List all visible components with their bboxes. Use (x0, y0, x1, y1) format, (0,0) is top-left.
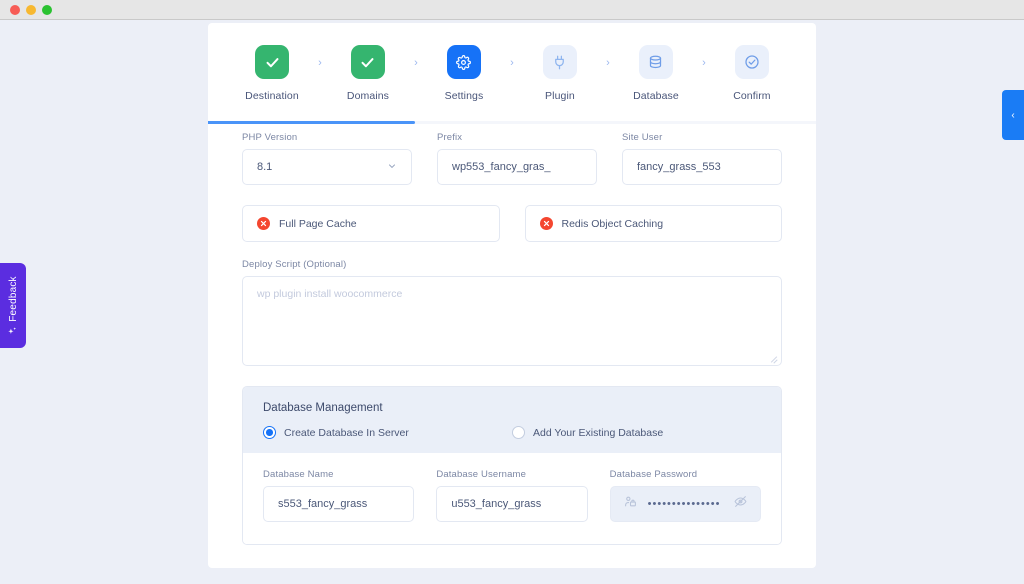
php-version-label: PHP Version (242, 132, 412, 143)
redis-object-caching-toggle[interactable]: Redis Object Caching (525, 205, 783, 242)
full-page-cache-label: Full Page Cache (279, 218, 357, 230)
key-icon (624, 495, 637, 513)
radio-create-database[interactable]: Create Database In Server (263, 426, 512, 439)
radio-existing-database-label: Add Your Existing Database (533, 427, 663, 439)
browser-title-bar (0, 0, 1024, 20)
prefix-input[interactable]: wp553_fancy_gras_ (437, 149, 597, 185)
x-circle-icon (257, 217, 270, 230)
radio-create-database-label: Create Database In Server (284, 427, 409, 439)
window-minimize-button[interactable] (26, 5, 36, 15)
redis-object-caching-label: Redis Object Caching (562, 218, 664, 230)
step-settings-label: Settings (445, 90, 484, 102)
deploy-script-textarea[interactable]: wp plugin install woocommerce (242, 276, 782, 366)
wizard-progress-rail (208, 121, 816, 124)
database-management-panel: Database Management Create Database In S… (242, 386, 782, 545)
site-user-input[interactable]: fancy_grass_553 (622, 149, 782, 185)
deploy-script-placeholder: wp plugin install woocommerce (257, 288, 402, 300)
step-plugin[interactable]: Plugin (524, 45, 596, 102)
php-version-value: 8.1 (257, 161, 272, 173)
site-user-value: fancy_grass_553 (637, 161, 721, 173)
database-username-label: Database Username (436, 469, 587, 480)
database-username-field: Database Username u553_fancy_grass (436, 469, 587, 522)
step-database-icon (639, 45, 673, 79)
step-settings-icon (447, 45, 481, 79)
database-password-input[interactable]: ••••••••••••••• (610, 486, 761, 522)
site-user-label: Site User (622, 132, 782, 143)
wizard-stepper: Destination › Domains › Settings › (208, 23, 816, 102)
database-name-input[interactable]: s553_fancy_grass (263, 486, 414, 522)
database-username-input[interactable]: u553_fancy_grass (436, 486, 587, 522)
step-settings[interactable]: Settings (428, 45, 500, 102)
php-version-field: PHP Version 8.1 (242, 132, 412, 185)
database-management-title: Database Management (263, 402, 761, 414)
step-destination[interactable]: Destination (236, 45, 308, 102)
prefix-label: Prefix (437, 132, 597, 143)
database-management-header: Database Management Create Database In S… (243, 387, 781, 453)
step-confirm[interactable]: Confirm (716, 45, 788, 102)
database-username-value: u553_fancy_grass (451, 498, 541, 510)
settings-form: PHP Version 8.1 Prefix wp553_fancy_gras_… (208, 102, 816, 545)
sparkle-icon (4, 326, 22, 335)
setup-wizard-card: Destination › Domains › Settings › (208, 23, 816, 568)
step-separator-icon: › (414, 57, 418, 69)
cache-options-row: Full Page Cache Redis Object Caching (242, 205, 782, 242)
chevron-left-icon: ‹ (1011, 110, 1014, 121)
radio-existing-database-indicator (512, 426, 525, 439)
step-domains-label: Domains (347, 90, 389, 102)
chevron-down-icon (387, 161, 397, 174)
step-confirm-label: Confirm (733, 90, 770, 102)
sidebar-collapse-tab[interactable]: ‹ (1002, 90, 1024, 140)
step-domains-icon (351, 45, 385, 79)
window-close-button[interactable] (10, 5, 20, 15)
step-separator-icon: › (510, 57, 514, 69)
step-destination-icon (255, 45, 289, 79)
step-separator-icon: › (318, 57, 322, 69)
eye-off-icon[interactable] (734, 495, 747, 513)
prefix-field: Prefix wp553_fancy_gras_ (437, 132, 597, 185)
deploy-script-label: Deploy Script (Optional) (242, 259, 782, 270)
database-name-field: Database Name s553_fancy_grass (263, 469, 414, 522)
step-domains[interactable]: Domains (332, 45, 404, 102)
window-maximize-button[interactable] (42, 5, 52, 15)
database-password-value: ••••••••••••••• (648, 499, 723, 510)
site-user-field: Site User fancy_grass_553 (622, 132, 782, 185)
database-mode-radio-group: Create Database In Server Add Your Exist… (263, 426, 761, 439)
settings-top-row: PHP Version 8.1 Prefix wp553_fancy_gras_… (242, 132, 782, 185)
step-confirm-icon (735, 45, 769, 79)
php-version-select[interactable]: 8.1 (242, 149, 412, 185)
deploy-script-block: Deploy Script (Optional) wp plugin insta… (242, 259, 782, 366)
feedback-label: Feedback (8, 276, 19, 322)
step-plugin-label: Plugin (545, 90, 575, 102)
wizard-progress-fill (208, 121, 415, 124)
step-database[interactable]: Database (620, 45, 692, 102)
step-separator-icon: › (702, 57, 706, 69)
database-credentials: Database Name s553_fancy_grass Database … (243, 453, 781, 544)
step-separator-icon: › (606, 57, 610, 69)
full-page-cache-toggle[interactable]: Full Page Cache (242, 205, 500, 242)
step-plugin-icon (543, 45, 577, 79)
feedback-tab[interactable]: Feedback (0, 263, 26, 348)
database-password-field: Database Password ••••••••••••••• (610, 469, 761, 522)
radio-create-database-indicator (263, 426, 276, 439)
database-name-label: Database Name (263, 469, 414, 480)
step-database-label: Database (633, 90, 679, 102)
database-password-label: Database Password (610, 469, 761, 480)
resize-handle[interactable] (770, 354, 778, 362)
step-destination-label: Destination (245, 90, 299, 102)
database-name-value: s553_fancy_grass (278, 498, 367, 510)
radio-existing-database[interactable]: Add Your Existing Database (512, 426, 761, 439)
x-circle-icon (540, 217, 553, 230)
prefix-value: wp553_fancy_gras_ (452, 161, 550, 173)
